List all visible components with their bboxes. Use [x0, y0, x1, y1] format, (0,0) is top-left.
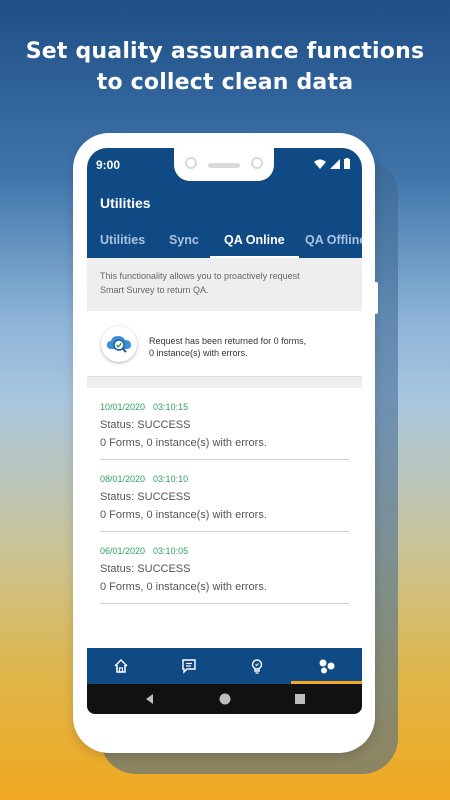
cellular-signal-icon — [330, 158, 340, 169]
request-result-line-1: Request has been returned for 0 forms, — [149, 336, 307, 346]
back-icon[interactable] — [143, 691, 155, 707]
list-item: 10/01/2020 03:10:15 Status: SUCCESS 0 For… — [100, 388, 349, 460]
bottom-navigation — [87, 648, 362, 684]
headline-line-1: Set quality assurance functions — [25, 39, 425, 64]
utilities-icon — [319, 659, 334, 674]
power-button — [374, 282, 378, 314]
entry-status: Status: SUCCESS — [100, 491, 191, 503]
nav-home[interactable] — [87, 648, 155, 684]
message-icon — [182, 659, 196, 674]
request-result-line-2: 0 instance(s) with errors. — [149, 348, 248, 358]
tab-qa-offline[interactable]: QA Offline — [305, 227, 362, 258]
timestamp: 10/01/2020 03:10:15 — [100, 402, 188, 412]
camera-notch — [174, 148, 274, 181]
entry-time: 03:10:15 — [153, 402, 189, 412]
entry-date: 06/01/2020 — [100, 546, 146, 556]
nav-utilities[interactable] — [291, 648, 362, 684]
headline-line-2: to collect clean data — [96, 70, 354, 95]
sensor-icon — [251, 157, 263, 169]
info-text-line-2: Smart Survey to return QA. — [100, 285, 209, 295]
timestamp: 06/01/2020 03:10:05 — [100, 546, 188, 556]
recents-icon[interactable] — [293, 691, 307, 707]
front-camera-icon — [185, 157, 197, 169]
app-bar: Utilities Utilities Sync QA Online QA Of… — [87, 181, 362, 258]
request-result-text: Request has been returned for 0 forms, 0… — [149, 335, 306, 359]
info-text-line-1: This functionality allows you to proacti… — [100, 271, 300, 281]
qa-request-card[interactable]: Request has been returned for 0 forms, 0… — [87, 311, 362, 377]
home-icon — [114, 658, 128, 673]
entry-status: Status: SUCCESS — [100, 419, 191, 431]
timestamp: 08/01/2020 03:10:10 — [100, 474, 188, 484]
system-navigation-bar — [87, 684, 362, 714]
cloud-check-icon[interactable] — [101, 326, 137, 362]
list-item: 08/01/2020 03:10:10 Status: SUCCESS 0 For… — [100, 460, 349, 532]
entry-detail: 0 Forms, 0 instance(s) with errors. — [100, 581, 267, 593]
tab-sync[interactable]: Sync — [169, 227, 199, 258]
entry-status: Status: SUCCESS — [100, 563, 191, 575]
entry-time: 03:10:05 — [153, 546, 189, 556]
list-item: 06/01/2020 03:10:05 Status: SUCCESS 0 For… — [100, 532, 349, 604]
nav-messages[interactable] — [155, 648, 223, 684]
nav-ideas[interactable] — [223, 648, 291, 684]
system-status-icons — [314, 158, 350, 169]
entry-date: 10/01/2020 — [100, 402, 146, 412]
entry-detail: 0 Forms, 0 instance(s) with errors. — [100, 437, 267, 449]
lightbulb-icon — [251, 659, 263, 674]
entry-time: 03:10:10 — [153, 474, 189, 484]
tab-utilities[interactable]: Utilities — [100, 227, 145, 258]
wifi-icon — [314, 159, 326, 169]
phone-screen: 9:00 Utilities Utilities Sync QA Online … — [87, 148, 362, 714]
headline: Set quality assurance functions to colle… — [0, 36, 450, 98]
earpiece-speaker — [208, 163, 240, 168]
info-banner: This functionality allows you to proacti… — [87, 258, 362, 311]
tab-qa-online[interactable]: QA Online — [210, 227, 299, 258]
status-time: 9:00 — [96, 158, 121, 172]
page-title: Utilities — [100, 195, 151, 211]
entry-date: 08/01/2020 — [100, 474, 146, 484]
tab-bar: Utilities Sync QA Online QA Offline — [87, 227, 362, 258]
entry-detail: 0 Forms, 0 instance(s) with errors. — [100, 509, 267, 521]
battery-icon — [344, 158, 350, 169]
home-circle-icon[interactable] — [217, 691, 233, 707]
section-divider — [87, 377, 362, 388]
qa-history-list: 10/01/2020 03:10:15 Status: SUCCESS 0 For… — [87, 388, 362, 604]
